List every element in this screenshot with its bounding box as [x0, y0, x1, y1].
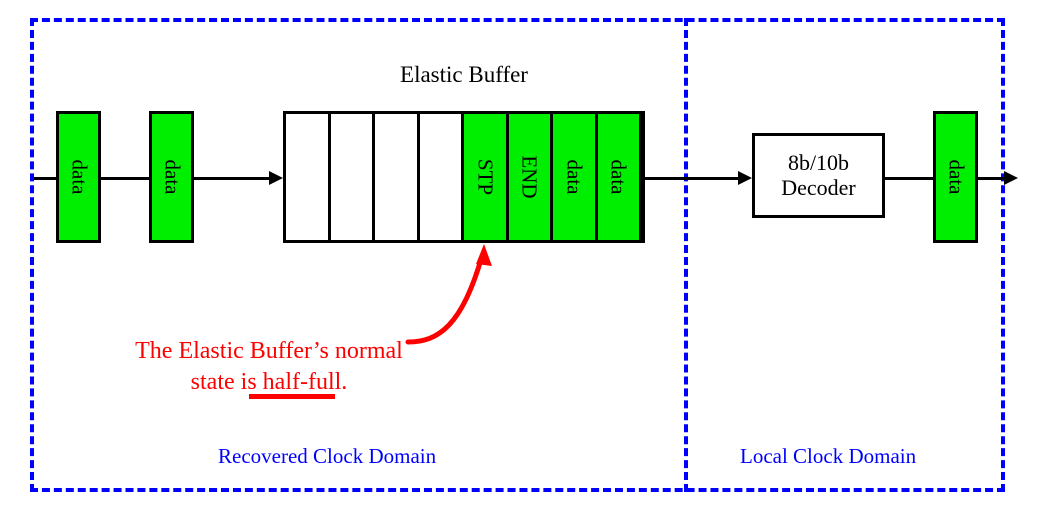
data-box-input-1: data — [56, 111, 101, 243]
domain-label-recovered: Recovered Clock Domain — [218, 444, 437, 468]
data-box-input-2-label: data — [160, 159, 184, 195]
domain-label-local: Local Clock Domain — [740, 444, 917, 468]
buffer-cell-label: data — [562, 159, 587, 195]
wire-decoder-to-output — [884, 177, 934, 180]
arrowhead-to-buffer-icon — [269, 171, 283, 185]
annotation-line-1: The Elastic Buffer’s normal — [135, 338, 403, 364]
clock-domain-boundary — [30, 18, 1005, 492]
data-box-input-2: data — [149, 111, 194, 243]
arrowhead-to-decoder-icon — [738, 171, 752, 185]
buffer-cell-label: data — [606, 159, 631, 195]
buffer-cell — [419, 114, 464, 240]
elastic-buffer: STP END data data — [283, 111, 645, 243]
annotation-emphasis: half-full. — [262, 368, 348, 395]
diagram-canvas: data data Elastic Buffer STP END data da… — [0, 0, 1054, 512]
annotation-line-2-prefix: state is — [190, 368, 263, 395]
wire-between-inputs — [100, 177, 150, 180]
buffer-cell-data-2: data — [597, 114, 642, 240]
annotation-text: The Elastic Buffer’s normal state is hal… — [104, 336, 434, 397]
buffer-cell-end: END — [508, 114, 553, 240]
wire-to-buffer — [193, 177, 271, 180]
wire-input-start — [34, 177, 58, 180]
buffer-cell-stp: STP — [464, 114, 509, 240]
buffer-cell-data-1: data — [553, 114, 598, 240]
data-box-output-label: data — [944, 159, 968, 195]
buffer-cell-label: STP — [473, 158, 498, 196]
buffer-cell — [286, 114, 331, 240]
clock-domain-divider — [684, 18, 688, 492]
wire-output-end — [977, 177, 1007, 180]
buffer-cell — [375, 114, 420, 240]
buffer-cell-label: END — [517, 155, 542, 199]
wire-buffer-to-decoder — [644, 177, 740, 180]
decoder-block: 8b/10b Decoder — [752, 133, 885, 218]
decoder-line-2: Decoder — [781, 174, 856, 200]
buffer-cell — [330, 114, 375, 240]
data-box-input-1-label: data — [67, 159, 91, 195]
decoder-line-1: 8b/10b — [787, 149, 850, 175]
annotation-arrow-icon — [405, 244, 492, 345]
arrowhead-output-icon — [1004, 171, 1018, 185]
buffer-title: Elastic Buffer — [400, 62, 528, 87]
annotation-line-2: state is half-full. — [104, 367, 434, 398]
data-box-output: data — [933, 111, 978, 243]
annotation-underline — [249, 394, 335, 399]
